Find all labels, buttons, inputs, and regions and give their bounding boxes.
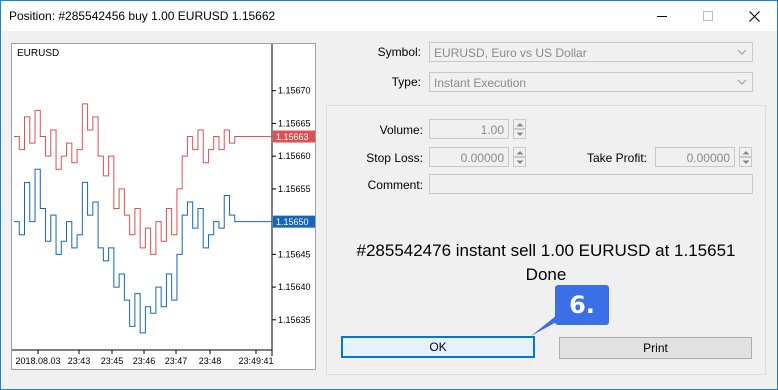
minimize-button[interactable] xyxy=(639,1,685,31)
window-title: Position: #285542456 buy 1.00 EURUSD 1.1… xyxy=(9,9,276,23)
type-label: Type: xyxy=(391,75,421,89)
chart-symbol-label: EURUSD xyxy=(17,48,59,59)
result-line-2: Done xyxy=(525,265,567,284)
stop-loss-stepper[interactable] xyxy=(513,147,526,167)
y-tick-label: 1.15660 xyxy=(278,151,311,161)
x-tick-label: 2018.08.03 xyxy=(15,356,60,366)
result-line-1: #285542476 instant sell 1.00 EURUSD at 1… xyxy=(356,241,736,260)
bid-price-label: 1.15650 xyxy=(276,217,309,227)
caret-down-icon xyxy=(516,132,524,136)
caret-up-icon xyxy=(742,151,750,155)
volume-input[interactable]: 1.00 xyxy=(429,119,509,139)
print-button[interactable]: Print xyxy=(559,337,752,359)
ask-series-line xyxy=(14,103,240,255)
close-icon xyxy=(748,10,760,22)
stop-loss-input[interactable]: 0.00000 xyxy=(429,147,509,167)
y-tick-label: 1.15640 xyxy=(278,282,311,292)
caret-up-icon xyxy=(516,123,524,127)
y-tick-label: 1.15670 xyxy=(278,86,311,96)
ok-button[interactable]: OK xyxy=(341,336,535,358)
take-profit-up-button[interactable] xyxy=(739,147,752,157)
maximize-button[interactable] xyxy=(685,1,731,31)
type-select[interactable]: Instant Execution xyxy=(429,72,753,92)
x-tick-label: 23:49:41 xyxy=(238,356,273,366)
type-value: Instant Execution xyxy=(434,76,527,90)
stop-loss-label: Stop Loss: xyxy=(366,151,423,165)
take-profit-stepper[interactable] xyxy=(739,147,752,167)
y-tick-label: 1.15645 xyxy=(278,249,311,259)
caret-down-icon xyxy=(516,160,524,164)
symbol-label: Symbol: xyxy=(377,45,421,59)
stop-loss-up-button[interactable] xyxy=(513,147,526,157)
y-tick-label: 1.15655 xyxy=(278,184,311,194)
close-button[interactable] xyxy=(731,1,777,31)
symbol-select[interactable]: EURUSD, Euro vs US Dollar xyxy=(429,42,753,62)
volume-up-button[interactable] xyxy=(513,119,526,129)
chevron-down-icon xyxy=(737,49,747,55)
volume-down-button[interactable] xyxy=(513,129,526,139)
volume-label: Volume: xyxy=(379,123,423,137)
ask-price-label: 1.15663 xyxy=(276,132,309,142)
chevron-down-icon xyxy=(737,79,747,85)
execution-result: #285542476 instant sell 1.00 EURUSD at 1… xyxy=(326,239,766,287)
x-tick-label: 23:46 xyxy=(133,356,156,366)
x-tick-label: 23:43 xyxy=(68,356,91,366)
step-callout: 6. xyxy=(555,285,609,325)
maximize-icon xyxy=(703,11,713,21)
x-tick-label: 23:45 xyxy=(101,356,124,366)
volume-stepper[interactable] xyxy=(513,119,526,139)
y-tick-label: 1.15635 xyxy=(278,315,311,325)
x-tick-label: 23:47 xyxy=(165,356,188,366)
y-tick-label: 1.15665 xyxy=(278,118,311,128)
take-profit-label: Take Profit: xyxy=(586,151,647,165)
stop-loss-down-button[interactable] xyxy=(513,157,526,167)
tick-chart[interactable]: EURUSD 1.15670 1.15665 1.15660 1.15655 1.1564… xyxy=(11,43,316,370)
comment-label: Comment: xyxy=(367,178,423,192)
take-profit-input[interactable]: 0.00000 xyxy=(655,147,735,167)
comment-input[interactable] xyxy=(429,174,753,194)
tick-chart-svg: EURUSD 1.15670 1.15665 1.15660 1.15655 1.1564… xyxy=(12,44,315,366)
x-tick-label: 23:48 xyxy=(199,356,222,366)
caret-down-icon xyxy=(742,160,750,164)
caret-up-icon xyxy=(516,151,524,155)
take-profit-down-button[interactable] xyxy=(739,157,752,167)
bid-series-line xyxy=(14,168,240,334)
position-dialog: Position: #285542456 buy 1.00 EURUSD 1.1… xyxy=(0,0,778,390)
minimize-icon xyxy=(657,15,667,17)
symbol-value: EURUSD, Euro vs US Dollar xyxy=(434,46,587,60)
title-bar[interactable]: Position: #285542456 buy 1.00 EURUSD 1.1… xyxy=(1,1,777,31)
